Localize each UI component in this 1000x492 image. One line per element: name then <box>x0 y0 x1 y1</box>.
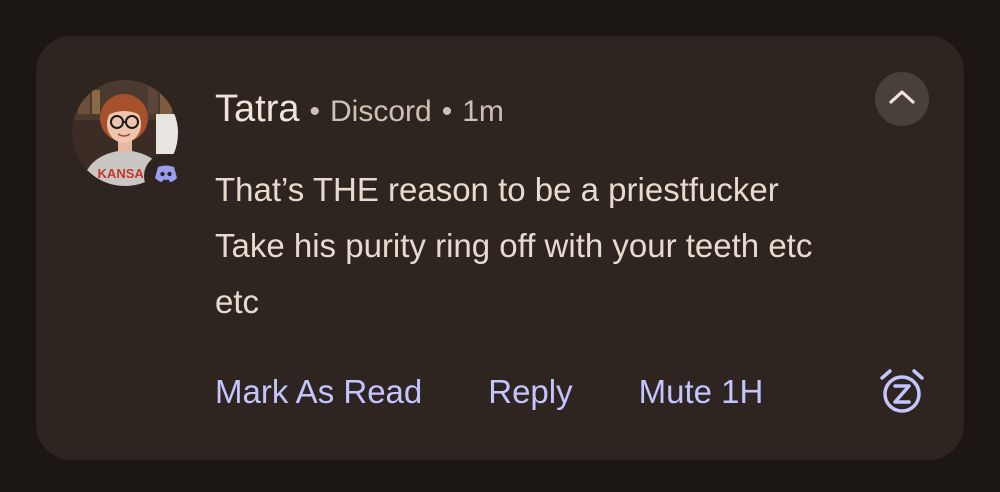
mark-as-read-button[interactable]: Mark As Read <box>215 373 422 411</box>
notification-actions: Mark As Read Reply Mute 1H <box>215 364 763 420</box>
reply-button[interactable]: Reply <box>488 373 572 411</box>
message-line: etc <box>215 283 260 320</box>
app-name: Discord <box>330 95 432 128</box>
discord-badge <box>144 154 188 198</box>
sender-name: Tatra <box>215 88 300 130</box>
snooze-button[interactable] <box>876 366 928 418</box>
mute-button[interactable]: Mute 1H <box>639 373 764 411</box>
message-line: Take his purity ring off with your teeth… <box>215 227 813 264</box>
message-line: That’s THE reason to be a priestfucker <box>215 171 779 208</box>
chevron-up-icon <box>887 87 917 112</box>
snooze-alarm-icon <box>876 369 928 422</box>
collapse-button[interactable] <box>875 72 929 126</box>
separator-dot: • <box>441 95 453 128</box>
separator-dot: • <box>309 95 320 128</box>
message-body: That’s THE reason to be a priestfucker T… <box>215 162 915 330</box>
notification-header: Tatra • Discord • 1m <box>215 88 504 136</box>
timestamp: 1m <box>462 95 504 128</box>
discord-icon <box>153 164 179 189</box>
